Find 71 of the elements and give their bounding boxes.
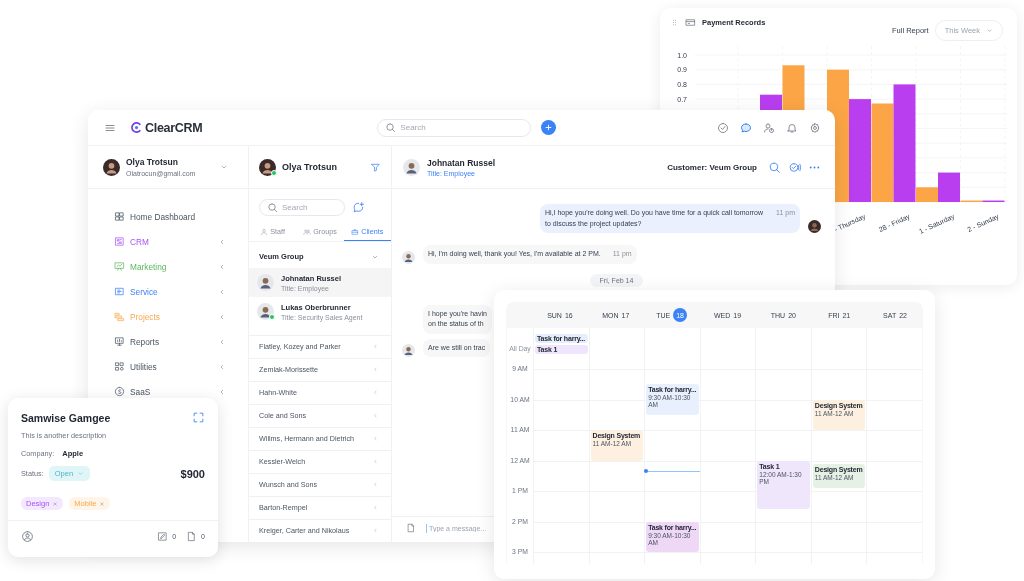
nav-item[interactable]: SaaS (130, 386, 151, 397)
chevron-left-icon[interactable] (372, 435, 379, 443)
chevron-left-icon[interactable] (372, 412, 379, 420)
user-clock-icon[interactable] (763, 121, 775, 134)
user-name: Olya Trotsun (282, 162, 337, 172)
dollar-icon (114, 386, 125, 397)
group-icon (303, 227, 312, 236)
user-name: Olya Trotsun (126, 157, 179, 167)
shapes-icon (114, 361, 125, 372)
user-icon (260, 227, 269, 236)
customer-label: Customer: Veum Group (667, 162, 757, 172)
nav-item[interactable]: Home Dashboard (130, 211, 196, 222)
search-icon (267, 202, 278, 213)
add-button[interactable] (541, 120, 557, 135)
chart-board-icon (114, 261, 125, 272)
chevron-left-icon[interactable] (372, 458, 379, 466)
chevron-left-icon[interactable] (218, 262, 226, 271)
chevron-left-icon[interactable] (218, 312, 226, 321)
chat-icon[interactable] (740, 121, 752, 134)
document-icon (114, 286, 125, 297)
contact-name: Johnatan Russel (427, 157, 496, 168)
avatar-icon (103, 158, 120, 176)
card-icon (685, 16, 696, 28)
attach-file-icon[interactable] (406, 523, 416, 533)
settings-icon[interactable] (809, 121, 821, 134)
nav-item[interactable]: Service (130, 286, 158, 297)
chevron-left-icon[interactable] (372, 504, 379, 512)
bars-icon (114, 311, 125, 322)
chevron-down-icon[interactable] (220, 163, 228, 171)
grid-icon (114, 211, 125, 222)
crm-icon (114, 236, 125, 247)
notification-icon[interactable] (786, 121, 798, 134)
chevron-left-icon[interactable] (372, 343, 379, 351)
chevron-left-icon[interactable] (372, 481, 379, 489)
chevron-left-icon[interactable] (372, 389, 379, 397)
search-icon[interactable] (768, 160, 781, 174)
avatar-icon (403, 158, 420, 176)
avatar-icon (257, 303, 274, 320)
logo-icon (130, 121, 143, 134)
remove-icon[interactable] (52, 500, 59, 507)
chevron-left-icon[interactable] (218, 237, 226, 246)
search-field[interactable]: Search (259, 199, 345, 216)
deal-amount: $900 (180, 467, 205, 480)
remove-icon[interactable] (99, 500, 106, 507)
chevron-left-icon[interactable] (372, 366, 379, 374)
current-time-line (645, 470, 700, 472)
user-icon[interactable] (21, 530, 34, 543)
chevron-left-icon[interactable] (372, 527, 379, 535)
briefcase-icon (351, 227, 360, 236)
edit-icon[interactable] (157, 531, 169, 542)
chevron-left-icon[interactable] (218, 287, 226, 296)
avatar-icon (259, 158, 276, 176)
file-icon[interactable] (186, 531, 198, 542)
chevron-left-icon[interactable] (218, 387, 226, 396)
app-name: ClearCRM (145, 120, 203, 135)
presentation-icon (114, 336, 125, 347)
new-chat-icon[interactable] (352, 201, 365, 214)
caret-icon (986, 26, 993, 34)
avatar-icon (257, 274, 274, 292)
nav-item[interactable]: CRM (130, 236, 149, 247)
caret-icon (77, 470, 85, 477)
deal-name: Samwise Gamgee (21, 411, 111, 424)
nav-item[interactable]: Utilities (130, 361, 157, 372)
nav-item[interactable]: Reports (130, 336, 160, 347)
search-icon (385, 122, 397, 133)
search-field[interactable]: Search (377, 118, 532, 137)
chevron-left-icon[interactable] (218, 362, 226, 371)
call-icon[interactable] (788, 160, 801, 174)
expand-icon[interactable] (192, 411, 205, 424)
filter-icon[interactable] (370, 161, 381, 173)
chevron-left-icon[interactable] (218, 337, 226, 346)
